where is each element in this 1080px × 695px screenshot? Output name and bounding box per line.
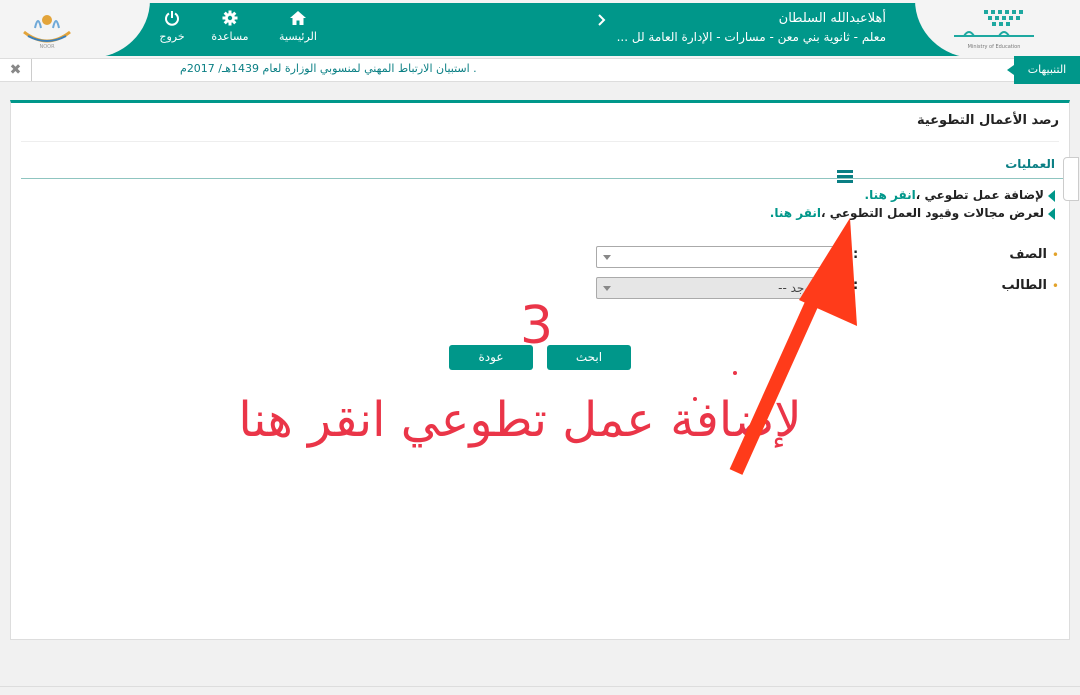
- menu-icon[interactable]: [837, 170, 853, 184]
- logout-button[interactable]: خروج: [142, 10, 202, 43]
- dropdown-caret-icon: [603, 255, 611, 260]
- footer-divider: [0, 686, 1080, 687]
- user-role: معلم - ثانوية بني معن - مسارات - الإدارة…: [616, 30, 886, 44]
- power-icon: [165, 11, 179, 26]
- svg-text:Ministry of Education: Ministry of Education: [968, 44, 1021, 50]
- annotation-dot: [733, 371, 737, 375]
- home-icon: [290, 11, 306, 25]
- student-select[interactable]: -- لا يوجد --: [596, 277, 846, 299]
- ministry-logo: Ministry of Education: [954, 10, 1034, 50]
- page-title: رصد الأعمال التطوعية: [916, 113, 1059, 128]
- student-colon: :: [853, 278, 859, 293]
- dropdown-caret-icon: [603, 286, 611, 291]
- help-button[interactable]: مساعدة: [200, 10, 260, 43]
- top-header: NOOR Ministry of Education خروج مساعدة ا…: [0, 0, 1080, 58]
- step-number: 3: [520, 296, 554, 356]
- home-button[interactable]: الرئيسية: [268, 10, 328, 43]
- grade-select[interactable]: --: [596, 246, 846, 268]
- add-volunteer-link-row: لإضافة عمل تطوعي ،انقر هنا.: [865, 188, 1055, 202]
- view-fields-text: لعرض مجالات وقيود العمل التطوعي ،: [820, 206, 1044, 220]
- noor-logo[interactable]: NOOR: [16, 6, 78, 50]
- search-button[interactable]: ابحث: [547, 345, 631, 370]
- grade-select-value: --: [828, 250, 837, 264]
- chevron-right-icon[interactable]: [597, 13, 607, 31]
- add-volunteer-link[interactable]: انقر هنا.: [865, 188, 916, 202]
- grade-colon: :: [853, 247, 859, 262]
- annotation-dot: [693, 397, 697, 401]
- grade-label: الصف: [1009, 247, 1047, 262]
- alert-message[interactable]: . استبيان الارتباط المهني لمنسوبي الوزار…: [180, 62, 477, 75]
- gear-icon: [222, 10, 238, 26]
- help-label: مساعدة: [211, 30, 249, 43]
- alerts-bar: ✖ . استبيان الارتباط المهني لمنسوبي الوز…: [0, 56, 1080, 84]
- triangle-bullet-icon: [1048, 189, 1055, 202]
- triangle-bullet-icon: [1048, 207, 1055, 220]
- alerts-tab[interactable]: التنبيهات: [1007, 56, 1080, 84]
- volunteer-works-panel: رصد الأعمال التطوعية العمليات لإضافة عمل…: [10, 100, 1079, 640]
- close-icon[interactable]: ✖: [0, 59, 32, 81]
- view-fields-link[interactable]: انقر هنا.: [770, 206, 821, 220]
- divider: [21, 141, 1059, 142]
- required-marker: •: [1051, 248, 1059, 262]
- home-label: الرئيسية: [279, 30, 317, 43]
- add-volunteer-text: لإضافة عمل تطوعي ،: [915, 188, 1044, 202]
- svg-text:NOOR: NOOR: [39, 44, 55, 50]
- user-greeting[interactable]: أهلاعبدالله السلطان: [779, 11, 886, 26]
- divider: [21, 178, 1069, 179]
- student-select-value: -- لا يوجد --: [778, 281, 837, 295]
- side-collapse-tab[interactable]: [1063, 157, 1079, 201]
- student-label: الطالب: [1001, 278, 1047, 293]
- operations-title: العمليات: [1005, 157, 1055, 171]
- logout-label: خروج: [159, 30, 185, 43]
- view-fields-link-row: لعرض مجالات وقيود العمل التطوعي ،انقر هن…: [770, 206, 1055, 220]
- instruction-caption: لإضافة عمل تطوعي انقر هنا: [238, 392, 802, 448]
- required-marker: •: [1051, 279, 1059, 293]
